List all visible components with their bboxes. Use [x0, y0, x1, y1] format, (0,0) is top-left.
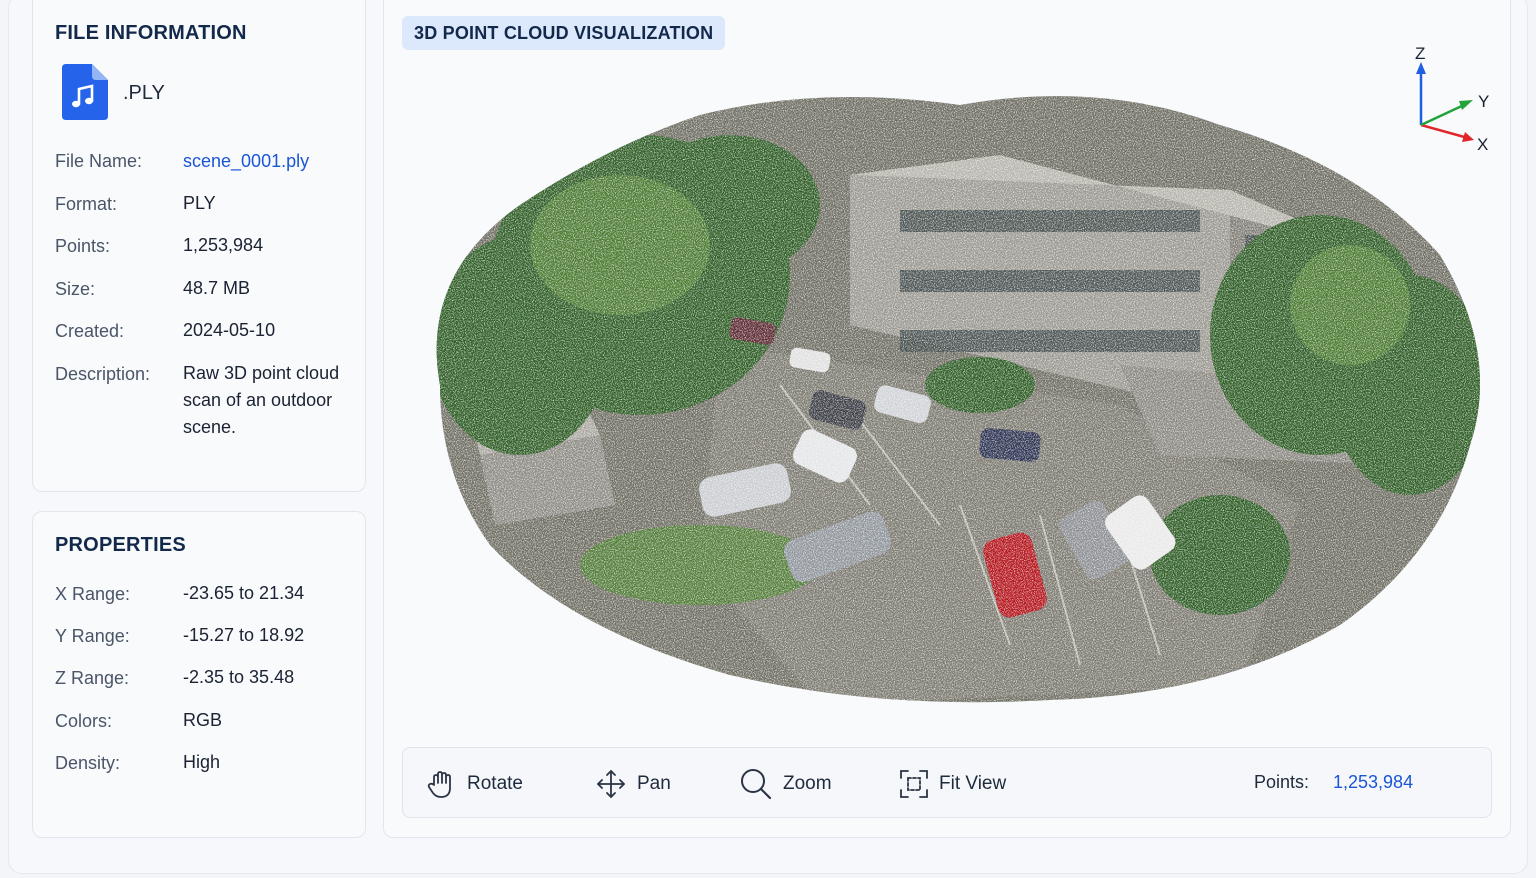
z-range-label: Z Range: [55, 668, 130, 688]
audio-file-icon [62, 64, 108, 120]
z-range-value: -2.35 to 35.48 [183, 667, 295, 687]
file-extension-label: .PLY [123, 82, 165, 104]
zoom-label: Zoom [783, 772, 832, 794]
file-name-label: File Name: [55, 151, 143, 171]
rotate-button[interactable]: Rotate [425, 748, 523, 819]
axis-gizmo: Z Y X [1415, 44, 1489, 154]
toolbar-points-label: Points: [1254, 772, 1310, 792]
visualization-title: 3D POINT CLOUD VISUALIZATION [402, 16, 726, 50]
y-range-label: Y Range: [55, 626, 130, 646]
file-information-title: FILE INFORMATION [55, 22, 247, 44]
zoom-button[interactable]: Zoom [739, 748, 832, 819]
properties-title: PROPERTIES [55, 534, 186, 556]
x-axis-label: X [1477, 135, 1488, 154]
fit-view-button[interactable]: Fit View [899, 748, 1006, 819]
magnifier-icon [741, 768, 772, 799]
viewer-toolbar: Rotate Pan Zoom Fit View Points: 1,253,9… [402, 747, 1492, 818]
toolbar-points-value: 1,253,984 [1333, 772, 1414, 792]
size-value: 48.7 MB [183, 278, 251, 298]
created-value: 2024-05-10 [183, 320, 276, 340]
file-name-link[interactable]: scene_0001.ply [183, 148, 309, 175]
format-label: Format: [55, 194, 118, 214]
points-label: Points: [55, 236, 111, 256]
hand-icon [427, 770, 451, 798]
colors-label: Colors: [55, 711, 113, 731]
points-value: 1,253,984 [183, 235, 264, 255]
y-axis-label: Y [1478, 92, 1489, 111]
description-value: Raw 3D point cloud scan of an outdoor sc… [183, 363, 340, 437]
y-range-value: -15.27 to 18.92 [183, 625, 305, 645]
description-label: Description: [55, 364, 151, 384]
pan-button[interactable]: Pan [595, 748, 671, 819]
z-axis-label: Z [1415, 44, 1425, 63]
size-label: Size: [55, 279, 96, 299]
move-arrows-icon [597, 769, 625, 798]
density-label: Density: [55, 753, 121, 773]
fit-view-label: Fit View [939, 772, 1007, 794]
point-cloud-canvas[interactable] [400, 85, 1495, 715]
format-value: PLY [183, 193, 216, 213]
point-cloud-scene [436, 96, 1481, 703]
density-value: High [183, 752, 221, 772]
x-range-value: -23.65 to 21.34 [183, 583, 305, 603]
fit-view-icon [900, 769, 928, 798]
rotate-label: Rotate [467, 772, 523, 794]
colors-value: RGB [183, 710, 223, 730]
x-range-label: X Range: [55, 584, 131, 604]
created-label: Created: [55, 321, 125, 341]
pan-label: Pan [637, 772, 671, 794]
